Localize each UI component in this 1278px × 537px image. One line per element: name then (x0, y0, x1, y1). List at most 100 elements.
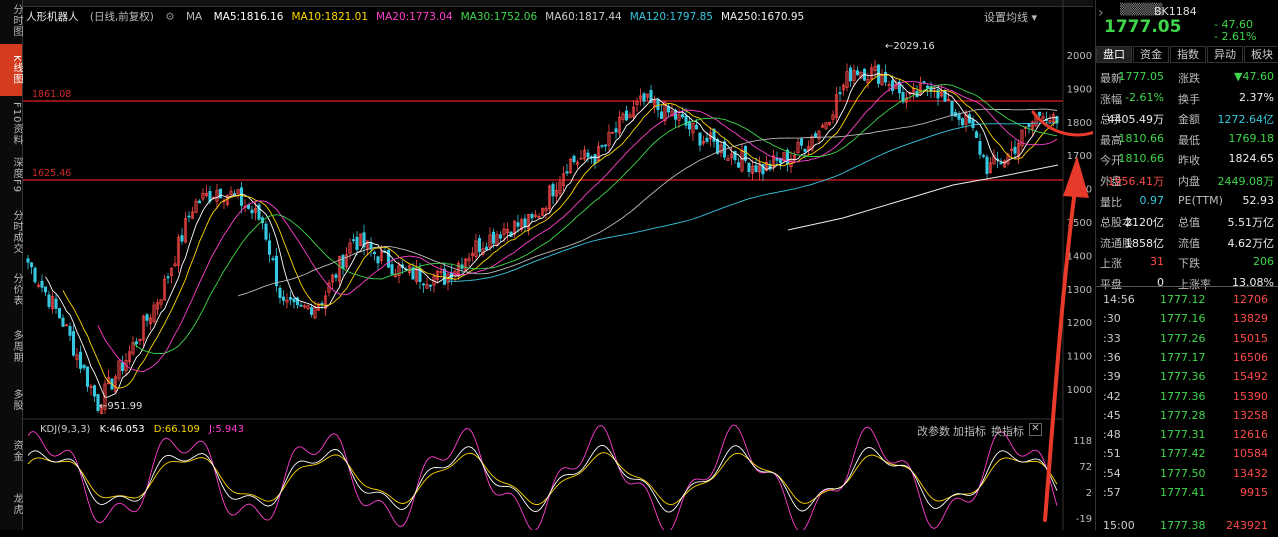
quote-key: 内盘 (1178, 175, 1200, 188)
quote-value: ▼47.60 (1234, 70, 1274, 83)
tick-volume: 16506 (1233, 350, 1268, 364)
candle-body (68, 326, 72, 336)
candle-body (530, 214, 534, 219)
add-indicator-button[interactable]: 加指标 (953, 423, 986, 439)
candle-body (271, 258, 275, 260)
quote-row: 涨幅 -2.61% 换手 2.37% (1100, 91, 1276, 111)
candle-body (334, 274, 338, 278)
close-icon[interactable]: ✕ (1029, 423, 1042, 436)
quote-tab-1[interactable]: 资金 (1133, 46, 1169, 63)
quote-value: 52.93 (1242, 193, 1275, 207)
candle-body (838, 92, 842, 95)
quote-tab-3[interactable]: 异动 (1207, 46, 1243, 63)
left-tab-0[interactable]: 分时图 (0, 0, 22, 40)
quote-row: 外盘 1956.41万 内盘 2449.08万 (1100, 173, 1276, 193)
candle-body (43, 286, 48, 293)
quote-value: 4.62万亿 (1227, 236, 1275, 250)
tick-time: :54 (1103, 466, 1121, 480)
price-axis-label: 1300.00 (1067, 285, 1093, 296)
peak-label: ←2029.16 (885, 41, 935, 52)
left-tab-5[interactable]: 分价表 (0, 262, 22, 316)
quote-value: 4405.49万 (1107, 113, 1165, 127)
candle-body (656, 98, 660, 110)
kdj-d-value: D:66.109 (153, 424, 200, 435)
tick-volume: 13829 (1233, 312, 1268, 326)
left-tab-2[interactable]: F10资料 (0, 100, 22, 148)
quote-key: 上涨率 (1178, 278, 1211, 291)
candle-body (890, 80, 895, 91)
ma-value-5: MA120:1797.85 (629, 11, 713, 23)
left-tab-3[interactable]: 深度F9 (0, 150, 22, 200)
tick-row: :45 1777.28 13258 (1100, 409, 1276, 427)
tick-volume: 243921 (1226, 519, 1268, 532)
candle-body (484, 246, 489, 251)
ma60-line (237, 108, 1058, 297)
switch-indicator-button[interactable]: 换指标 (991, 423, 1024, 439)
tick-time: :36 (1103, 350, 1121, 364)
candle-body (477, 238, 482, 253)
price-axis-label: 2000.00 (1067, 51, 1093, 62)
candle-body (855, 70, 860, 76)
tick-time: :39 (1103, 370, 1121, 384)
price-axis-label: 1400.00 (1067, 251, 1093, 262)
tick-time: :48 (1103, 428, 1121, 442)
quote-tab-4[interactable]: 板块 (1244, 46, 1278, 63)
left-tab-1[interactable]: K线图 (0, 44, 22, 96)
left-tab-9[interactable]: 龙虎 (0, 478, 22, 530)
tick-row: :33 1777.26 15015 (1100, 332, 1276, 350)
candle-body (372, 251, 377, 255)
candle-body (957, 113, 961, 120)
kdj-title[interactable]: KDJ(9,3,3) (40, 424, 90, 435)
left-tab-7[interactable]: 多股 (0, 375, 22, 425)
candle-body (355, 236, 359, 250)
tick-time: :57 (1103, 486, 1121, 499)
candle-body (925, 85, 930, 89)
candle-body (299, 304, 303, 307)
tick-price: 1777.16 (1160, 312, 1206, 326)
candle-body (974, 131, 979, 138)
candle-body (421, 283, 426, 286)
tick-row: 14:56 1777.12 12706 (1100, 293, 1276, 311)
kdj-k-value: K:46.053 (99, 424, 145, 435)
quote-tab-2[interactable]: 指数 (1170, 46, 1206, 63)
candle-body (218, 188, 223, 199)
quote-tab-0[interactable]: 盘口 (1096, 46, 1132, 63)
chart-mode[interactable]: (日线,前复权) (90, 11, 154, 23)
candle-body (120, 362, 125, 372)
quote-value: 1956.41万 (1107, 175, 1165, 188)
quote-key: 昨收 (1178, 154, 1200, 168)
tick-time: :42 (1103, 389, 1121, 403)
tick-row: :57 1777.41 9915 (1100, 486, 1276, 504)
kdj-axis-label: 72.00 (1079, 462, 1093, 473)
candle-body (586, 152, 590, 158)
quote-value: 1810.66 (1118, 131, 1165, 145)
ma-settings-link[interactable]: 设置均线 ▾ (984, 9, 1037, 25)
candle-body (281, 296, 286, 301)
change-params-button[interactable]: 改参数 (917, 423, 950, 439)
level-label: 1625.46 (32, 168, 71, 179)
quote-key: PE(TTM) (1178, 193, 1223, 207)
left-tab-8[interactable]: 资金 (0, 430, 22, 472)
quote-value: 2449.08万 (1217, 175, 1275, 188)
quote-row: 今开 1810.66 昨收 1824.65 (1100, 152, 1276, 172)
quote-value: 1777.05 (1118, 70, 1165, 83)
quote-key: 平盘 (1100, 278, 1122, 291)
candle-body (78, 351, 83, 369)
tick-row: :39 1777.36 15492 (1100, 370, 1276, 388)
left-tab-4[interactable]: 分时成交 (0, 205, 22, 259)
candle-body (498, 234, 503, 239)
tick-price: 1777.41 (1160, 486, 1206, 499)
kline-chart[interactable]: 2000.001900.001800.001700.001600.001500.… (23, 0, 1093, 530)
collapse-icon[interactable]: › (1098, 5, 1104, 21)
tick-time: :51 (1103, 447, 1121, 461)
candle-body (71, 331, 76, 356)
gear-icon[interactable]: ⚙ (165, 11, 174, 23)
quote-panel: ▒▒▒▒▒ BK1184 1777.05 - 47.60 - 2.61% › 盘… (1095, 0, 1278, 532)
quote-row: 流通股 1858亿 流值 4.62万亿 (1100, 235, 1276, 255)
ma-label: MA (185, 11, 203, 23)
price-axis-label: 1000.00 (1067, 385, 1093, 396)
left-tab-6[interactable]: 多周期 (0, 320, 22, 372)
tick-row: :36 1777.17 16506 (1100, 351, 1276, 369)
candle-body (250, 209, 254, 214)
candle-body (922, 81, 926, 84)
